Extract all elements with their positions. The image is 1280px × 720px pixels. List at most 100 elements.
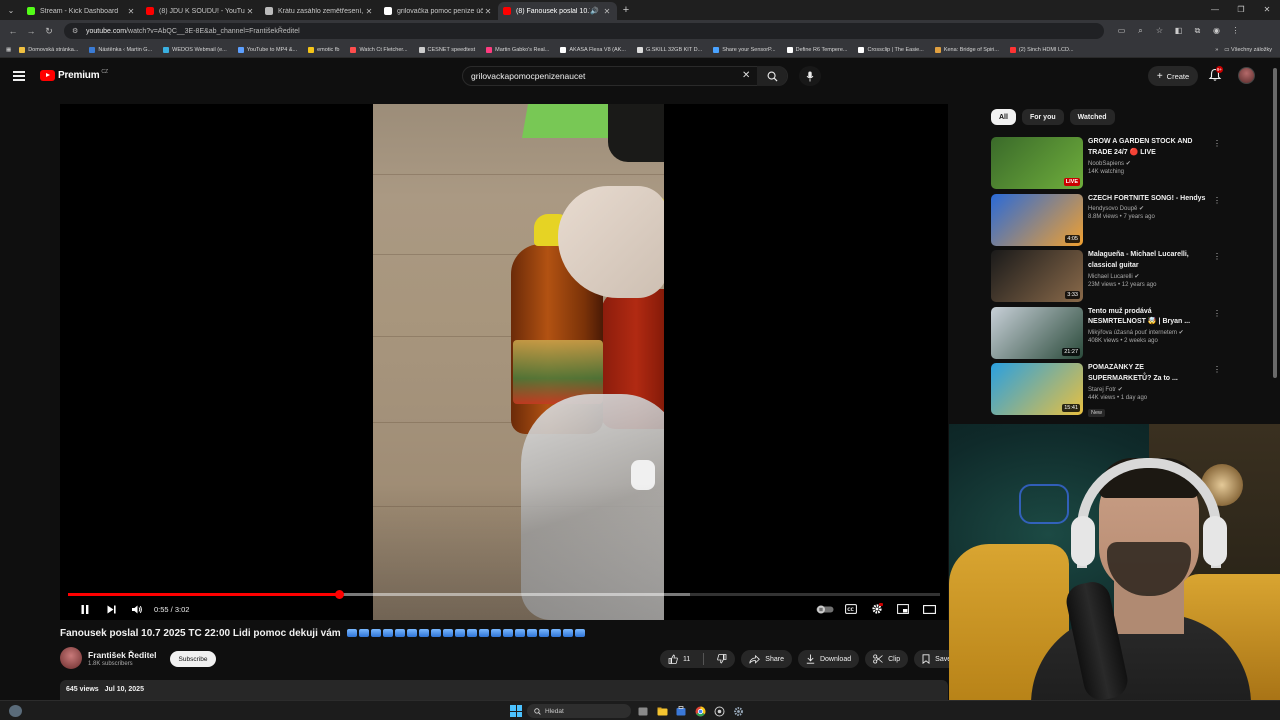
bookmark-item[interactable]: YouTube to MP4 &...: [237, 46, 297, 53]
task-view-icon[interactable]: [636, 704, 650, 718]
video-thumbnail[interactable]: 4:05: [991, 193, 1083, 246]
video-player[interactable]: 0:55 / 3:02 CC: [60, 104, 948, 620]
apps-icon[interactable]: ▦: [6, 47, 11, 53]
channel-name[interactable]: NoobSapiens ✔: [1088, 160, 1208, 167]
bookmark-item[interactable]: Domovská stránka...: [19, 46, 78, 53]
browser-tab[interactable]: grilovačka pomoc peníze účet ✕: [379, 2, 498, 20]
share-button[interactable]: Share: [741, 650, 792, 668]
bookmark-item[interactable]: Crossclip | The Easie...: [858, 46, 924, 53]
minimize-icon[interactable]: —: [1202, 0, 1228, 20]
video-thumbnail[interactable]: LIVE: [991, 137, 1083, 189]
autoplay-toggle[interactable]: [812, 600, 838, 618]
next-button[interactable]: [98, 600, 124, 618]
reload-icon[interactable]: ↻: [40, 26, 58, 37]
recommended-video[interactable]: 15:41 POMAZÁNKY ZE SUPERMARKETŮ? Za to ..…: [991, 363, 1221, 417]
channel-name[interactable]: Michael Lucarelli ✔: [1088, 273, 1208, 280]
cast-icon[interactable]: ▭: [1114, 26, 1129, 36]
video-title[interactable]: Tento muž prodává NESMRTELNOST 🤯 | Bryan…: [1088, 307, 1208, 329]
filter-chip[interactable]: All: [991, 109, 1016, 125]
tab-search-icon[interactable]: ⌄: [0, 0, 22, 20]
site-info-icon[interactable]: ⚙: [72, 27, 80, 35]
zoom-icon[interactable]: ⌕: [1133, 26, 1148, 36]
search-button[interactable]: [757, 66, 787, 86]
clip-button[interactable]: Clip: [865, 650, 909, 668]
video-title[interactable]: GROW A GARDEN STOCK AND TRADE 24/7 🔴 LIV…: [1088, 137, 1208, 159]
seek-bar[interactable]: [68, 590, 940, 599]
video-thumbnail[interactable]: 21:27: [991, 306, 1083, 359]
settings-app-icon[interactable]: [731, 704, 745, 718]
volume-button[interactable]: [124, 600, 150, 618]
more-actions-icon[interactable]: ⋮: [1213, 196, 1221, 205]
new-tab-button[interactable]: +: [617, 4, 635, 16]
channel-name[interactable]: František Ředitel: [88, 650, 157, 660]
chrome-icon[interactable]: [693, 704, 707, 718]
dislike-button[interactable]: [709, 650, 735, 668]
search-input[interactable]: [463, 71, 733, 81]
more-actions-icon[interactable]: ⋮: [1213, 139, 1221, 148]
settings-button[interactable]: [864, 600, 890, 618]
miniplayer-button[interactable]: [890, 600, 916, 618]
bookmark-item[interactable]: Watch Ct Fletcher...: [350, 46, 408, 53]
bookmark-item[interactable]: AKASA Flexa V8 (AK...: [560, 46, 626, 53]
more-actions-icon[interactable]: ⋮: [1213, 252, 1221, 261]
download-button[interactable]: Download: [797, 650, 860, 668]
more-actions-icon[interactable]: ⋮: [1213, 309, 1221, 318]
recommended-video[interactable]: 21:27 Tento muž prodává NESMRTELNOST 🤯 | …: [991, 306, 1221, 359]
forward-icon[interactable]: →: [22, 26, 40, 36]
tab-close-icon[interactable]: ✕: [483, 7, 493, 16]
channel-name[interactable]: Mikýřova úžasná pouť internetem ✔: [1088, 329, 1208, 336]
more-actions-icon[interactable]: ⋮: [1213, 365, 1221, 374]
subtitles-button[interactable]: CC: [838, 600, 864, 618]
puzzle-icon[interactable]: ⧉: [1190, 26, 1205, 36]
bookmark-item[interactable]: G.SKILL 32GB KIT D...: [636, 46, 702, 53]
bookmark-item[interactable]: Share your SensorP...: [713, 46, 776, 53]
theater-mode-button[interactable]: [916, 600, 942, 618]
browser-tab[interactable]: Krátu zasáhlo zemětřesení, škoz✕: [260, 2, 379, 20]
openai-app-icon[interactable]: [712, 704, 726, 718]
bookmark-item[interactable]: Nástěnka ‹ Martin G...: [89, 46, 152, 53]
filter-chip[interactable]: Watched: [1069, 109, 1115, 125]
account-avatar[interactable]: [1238, 67, 1255, 84]
recommended-video[interactable]: 3:33 Malagueña - Michael Lucarelli, class…: [991, 250, 1221, 302]
weather-widget-icon[interactable]: [9, 705, 22, 717]
file-explorer-icon[interactable]: [655, 704, 669, 718]
tab-close-icon[interactable]: ✕: [602, 7, 612, 16]
hamburger-menu-icon[interactable]: [13, 71, 25, 81]
bookmark-item[interactable]: Martin Gabko's Real...: [486, 46, 549, 53]
url-field[interactable]: ⚙ youtube.com/watch?v=AbQC__3E-8E&ab_cha…: [64, 23, 1104, 39]
filter-chip[interactable]: For you: [1021, 109, 1064, 125]
extension-icon[interactable]: ◧: [1171, 26, 1186, 36]
description-box[interactable]: 645 views Jul 10, 2025: [60, 680, 948, 700]
bookmark-item[interactable]: Kena: Bridge of Spiri...: [934, 46, 999, 53]
browser-tab[interactable]: (8) JDU K SOUDU! - YouTube ✕: [141, 2, 260, 20]
bookmark-item[interactable]: emotic fb: [308, 46, 339, 53]
tab-audio-icon[interactable]: 🔊: [590, 7, 599, 15]
menu-dots-icon[interactable]: ⋮: [1228, 26, 1243, 36]
maximize-icon[interactable]: ❐: [1228, 0, 1254, 20]
like-button[interactable]: 11: [660, 650, 698, 668]
recommended-video[interactable]: 4:05 CZECH FORTNITE SONG! - Hendys Hendyso…: [991, 193, 1221, 246]
bookmark-item[interactable]: (2) Sinch HDMI LCD...: [1009, 46, 1074, 53]
voice-search-button[interactable]: [799, 66, 821, 86]
store-icon[interactable]: [674, 704, 688, 718]
bookmarks-overflow-icon[interactable]: »: [1215, 47, 1218, 53]
youtube-premium-logo[interactable]: Premium CZ: [40, 69, 108, 81]
browser-tab[interactable]: (8) Fanousek poslal 10.7 20:🔊✕: [498, 2, 617, 20]
video-title[interactable]: CZECH FORTNITE SONG! - Hendys: [1088, 194, 1208, 205]
create-button[interactable]: + Create: [1148, 66, 1198, 86]
tab-close-icon[interactable]: ✕: [245, 7, 255, 16]
subscribe-button[interactable]: Subscribe: [170, 651, 216, 667]
taskbar-search[interactable]: Hledat: [527, 704, 631, 718]
browser-tab[interactable]: Stream - Kick Dashboard ✕: [22, 2, 141, 20]
video-thumbnail[interactable]: 3:33: [991, 250, 1083, 302]
pause-button[interactable]: [72, 600, 98, 618]
video-title[interactable]: Malagueña - Michael Lucarelli, classical…: [1088, 250, 1208, 272]
notifications-button[interactable]: 9+: [1208, 66, 1224, 84]
page-scrollbar[interactable]: [1272, 62, 1278, 382]
bookmark-item[interactable]: Define R6 Tempere...: [786, 46, 847, 53]
windows-start-icon[interactable]: [510, 705, 522, 717]
bookmark-star-icon[interactable]: ☆: [1152, 26, 1167, 36]
tab-close-icon[interactable]: ✕: [126, 7, 136, 16]
back-icon[interactable]: ←: [4, 26, 22, 36]
recommended-video[interactable]: LIVE GROW A GARDEN STOCK AND TRADE 24/7 🔴…: [991, 137, 1221, 189]
